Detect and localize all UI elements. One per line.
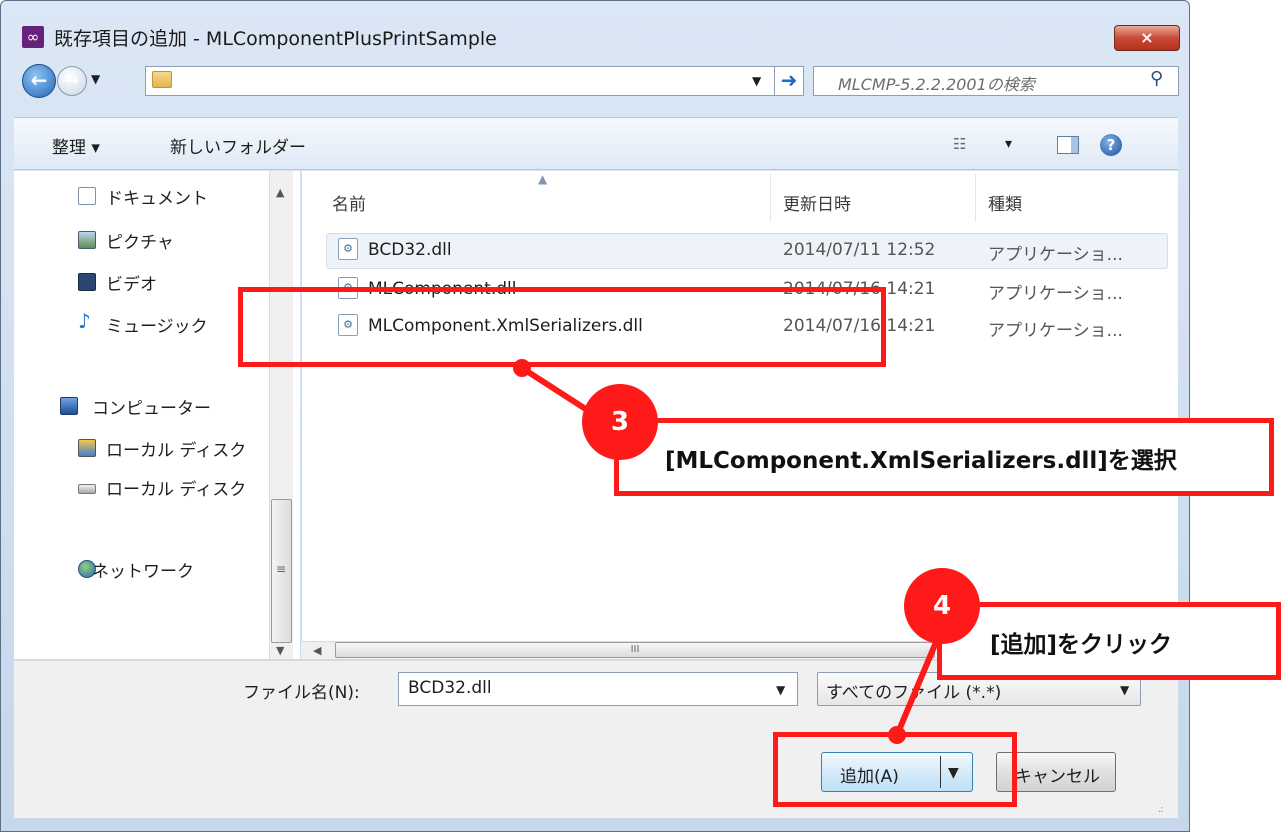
local-disk-icon [78,439,96,457]
music-icon: ♪ [78,309,91,333]
back-arrow-icon[interactable]: ← [22,64,56,98]
search-placeholder: MLCMP-5.2.2.2001の検索 [838,75,1035,94]
column-header-type[interactable]: 種類 [988,190,1022,215]
column-divider[interactable] [770,174,771,222]
column-header-name[interactable]: 名前 [332,190,366,215]
scroll-down-icon[interactable]: ▼ [276,644,284,657]
folder-icon [152,71,172,88]
scroll-grip-icon: ≡ [276,562,287,576]
scroll-up-icon[interactable]: ▲ [276,186,284,199]
sidebar-item-documents[interactable]: ドキュメント [106,184,208,209]
view-options-icon[interactable]: ☷ [953,135,966,153]
file-type: アプリケーショ... [988,284,1123,304]
highlight-selected-file [238,287,886,367]
computer-icon [60,397,78,415]
sidebar-item-local-disk-d[interactable]: ローカル ディスク [106,475,268,500]
organize-button[interactable]: 整理 ▾ [52,133,100,158]
sort-ascending-icon: ▲ [538,172,548,186]
file-type-dropdown-icon[interactable]: ▼ [1120,683,1129,697]
dll-file-icon: ⚙ [338,238,358,260]
new-folder-button[interactable]: 新しいフォルダー [170,133,306,158]
step3-badge: 3 [582,384,658,460]
visual-studio-icon: ∞ [22,26,44,48]
file-type-value: すべてのファイル (*.*) [826,683,1002,703]
video-icon [78,273,96,291]
file-type: アプリケーショ... [988,321,1123,341]
highlight-add-button [773,732,1017,807]
preview-pane-icon[interactable] [1057,136,1079,154]
sidebar-item-videos[interactable]: ビデオ [106,270,157,295]
step4-callout: [追加]をクリック [937,602,1281,680]
sidebar-item-music[interactable]: ミュージック [106,312,208,337]
step4-badge: 4 [904,568,980,644]
column-header-date[interactable]: 更新日時 [783,190,851,215]
sidebar-item-network[interactable]: ネットワーク [92,557,194,582]
horizontal-scroll-thumb[interactable]: III [335,642,935,658]
cancel-button-label: キャンセル [1015,767,1100,787]
file-name[interactable]: BCD32.dll [368,240,452,260]
sidebar-item-computer[interactable]: コンピューター [92,394,211,419]
sidebar-item-pictures[interactable]: ピクチャ [106,228,174,253]
drive-icon [78,484,96,494]
history-dropdown-icon[interactable]: ▼ [91,72,100,86]
forward-arrow-icon[interactable]: → [57,66,87,96]
filename-value: BCD32.dll [408,678,492,698]
picture-icon [78,231,96,249]
filename-dropdown-icon[interactable]: ▼ [776,683,785,697]
resize-grip-icon[interactable]: .: [1158,804,1163,815]
file-type: アプリケーショ... [988,245,1123,265]
document-icon [78,187,96,205]
help-icon[interactable]: ? [1100,134,1122,156]
step3-callout: [MLComponent.XmlSerializers.dll]を選択 [614,418,1274,496]
scroll-left-icon[interactable]: ◀ [313,644,321,657]
window-title: 既存項目の追加 - MLComponentPlusPrintSample [54,28,497,50]
sidebar-item-local-disk-c[interactable]: ローカル ディスク [106,436,268,461]
filename-label: ファイル名(N): [243,683,360,703]
address-bar[interactable] [145,66,801,96]
view-dropdown[interactable]: ▾ [1005,136,1012,152]
search-icon[interactable]: ⚲ [1150,68,1163,89]
address-dropdown-icon[interactable]: ▼ [752,74,761,88]
close-button[interactable]: × [1114,25,1180,51]
go-arrow-icon[interactable]: ➜ [774,66,804,96]
column-divider[interactable] [975,174,976,222]
file-date: 2014/07/11 12:52 [783,240,936,260]
